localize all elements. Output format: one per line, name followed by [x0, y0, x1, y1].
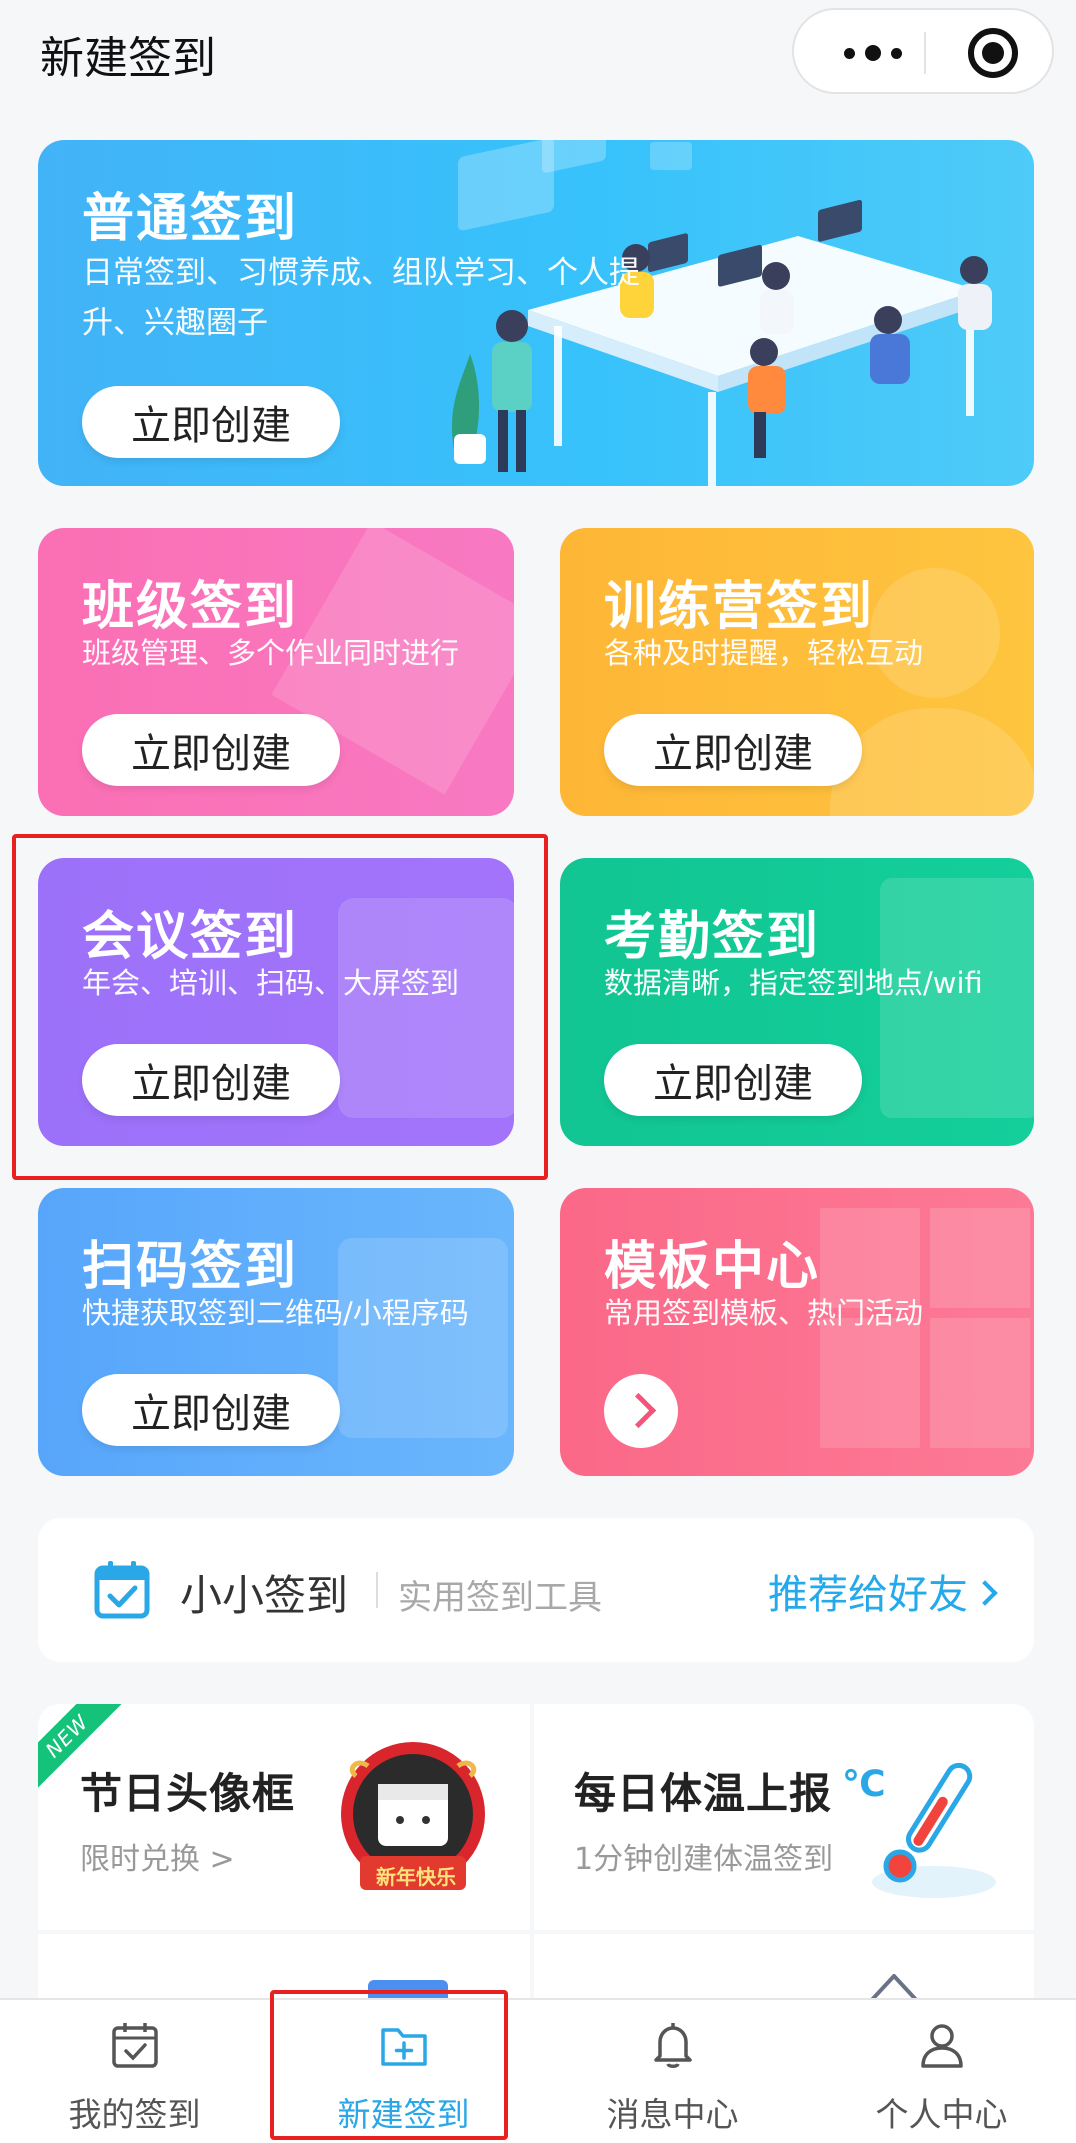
card-description: 数据清晰，指定签到地点/wifi — [604, 966, 983, 1000]
card-title: 普通签到 — [82, 189, 299, 249]
thermometer-icon: ℃ — [842, 1762, 996, 1898]
top-bar: 新建签到 — [0, 0, 1076, 120]
calendar-check-icon — [112, 2023, 158, 2068]
capsule-divider — [924, 32, 926, 74]
card-decoration — [930, 1318, 1030, 1448]
brand-subtitle: 实用签到工具 — [398, 1578, 602, 1618]
card-description: 日常签到、习惯养成、组队学习、个人提升、兴趣圈子 — [82, 255, 640, 341]
tab-message-center[interactable]: 消息中心 — [538, 2000, 807, 2143]
card-description: 班级管理、多个作业同时进行 — [82, 636, 460, 670]
bottom-tab-bar: 我的签到 新建签到 消息中心 个人中心 — [0, 1998, 1076, 2143]
calendar-check-icon — [94, 1561, 150, 1619]
tab-label: 我的签到 — [68, 2095, 201, 2134]
user-icon — [921, 2024, 963, 2068]
card-class-checkin[interactable]: 班级签到 班级管理、多个作业同时进行 立即创建 — [38, 528, 514, 816]
card-description: 常用签到模板、热门活动 — [604, 1296, 924, 1330]
folder-plus-icon — [381, 2028, 427, 2066]
create-meeting-button[interactable]: 立即创建 — [82, 1044, 340, 1116]
miniprogram-capsule — [792, 8, 1054, 94]
promo-art-text: 新年快乐 — [376, 1865, 456, 1889]
card-description: 快捷获取签到二维码/小程序码 — [82, 1296, 469, 1330]
create-attendance-button[interactable]: 立即创建 — [604, 1044, 862, 1116]
card-camp-checkin[interactable]: 训练营签到 各种及时提醒，轻松互动 立即创建 — [560, 528, 1034, 816]
create-class-button[interactable]: 立即创建 — [82, 714, 340, 786]
promo-subtitle[interactable]: 限时兑换 > — [80, 1834, 235, 1878]
create-scan-button[interactable]: 立即创建 — [82, 1374, 340, 1446]
card-description: 年会、培训、扫码、大屏签到 — [82, 966, 460, 1000]
recommend-to-friend-link[interactable]: 推荐给好友 — [768, 1562, 968, 1620]
brand-name: 小小签到 — [180, 1571, 349, 1620]
chevron-right-icon[interactable] — [604, 1374, 678, 1448]
promo-subtitle: 1分钟创建体温签到 — [574, 1842, 834, 1877]
card-decoration — [338, 1238, 508, 1438]
close-target-icon[interactable] — [968, 28, 1018, 78]
card-description: 各种及时提醒，轻松互动 — [604, 636, 924, 670]
tab-label: 消息中心 — [606, 2095, 739, 2134]
page-title: 新建签到 — [40, 33, 216, 84]
tab-profile[interactable]: 个人中心 — [807, 2000, 1076, 2143]
brand-bar: 小小签到 实用签到工具 推荐给好友 — [38, 1518, 1034, 1662]
tab-label: 新建签到 — [337, 2095, 470, 2134]
card-normal-checkin[interactable]: 普通签到 日常签到、习惯养成、组队学习、个人提升、兴趣圈子 立即创建 — [38, 140, 1034, 486]
svg-text:℃: ℃ — [842, 1764, 886, 1805]
tab-new-checkin[interactable]: 新建签到 — [269, 2000, 538, 2143]
promo-title: 每日体温上报 — [574, 1769, 833, 1818]
promo-title: 节日头像框 — [80, 1769, 296, 1818]
promo-temperature-report[interactable]: 每日体温上报 1分钟创建体温签到 ℃ — [534, 1704, 1034, 1930]
card-decoration — [930, 1208, 1030, 1308]
create-camp-button[interactable]: 立即创建 — [604, 714, 862, 786]
divider — [376, 1572, 378, 1608]
tab-label: 个人中心 — [875, 2095, 1008, 2134]
card-template-center[interactable]: 模板中心 常用签到模板、热门活动 — [560, 1188, 1034, 1476]
card-scan-checkin[interactable]: 扫码签到 快捷获取签到二维码/小程序码 立即创建 — [38, 1188, 514, 1476]
promo-avatar-frame[interactable]: NEW 节日头像框 限时兑换 > 新年快乐 — [38, 1704, 530, 1930]
card-decoration — [830, 708, 1034, 816]
more-icon[interactable] — [830, 38, 916, 68]
chevron-right-icon[interactable] — [972, 1580, 998, 1606]
bell-icon — [654, 2023, 692, 2068]
card-decoration — [338, 898, 514, 1118]
card-attendance-checkin[interactable]: 考勤签到 数据清晰，指定签到地点/wifi 立即创建 — [560, 858, 1034, 1146]
create-normal-button[interactable]: 立即创建 — [82, 386, 340, 458]
tab-my-checkins[interactable]: 我的签到 — [0, 2000, 269, 2143]
card-meeting-checkin[interactable]: 会议签到 年会、培训、扫码、大屏签到 立即创建 — [38, 858, 514, 1146]
